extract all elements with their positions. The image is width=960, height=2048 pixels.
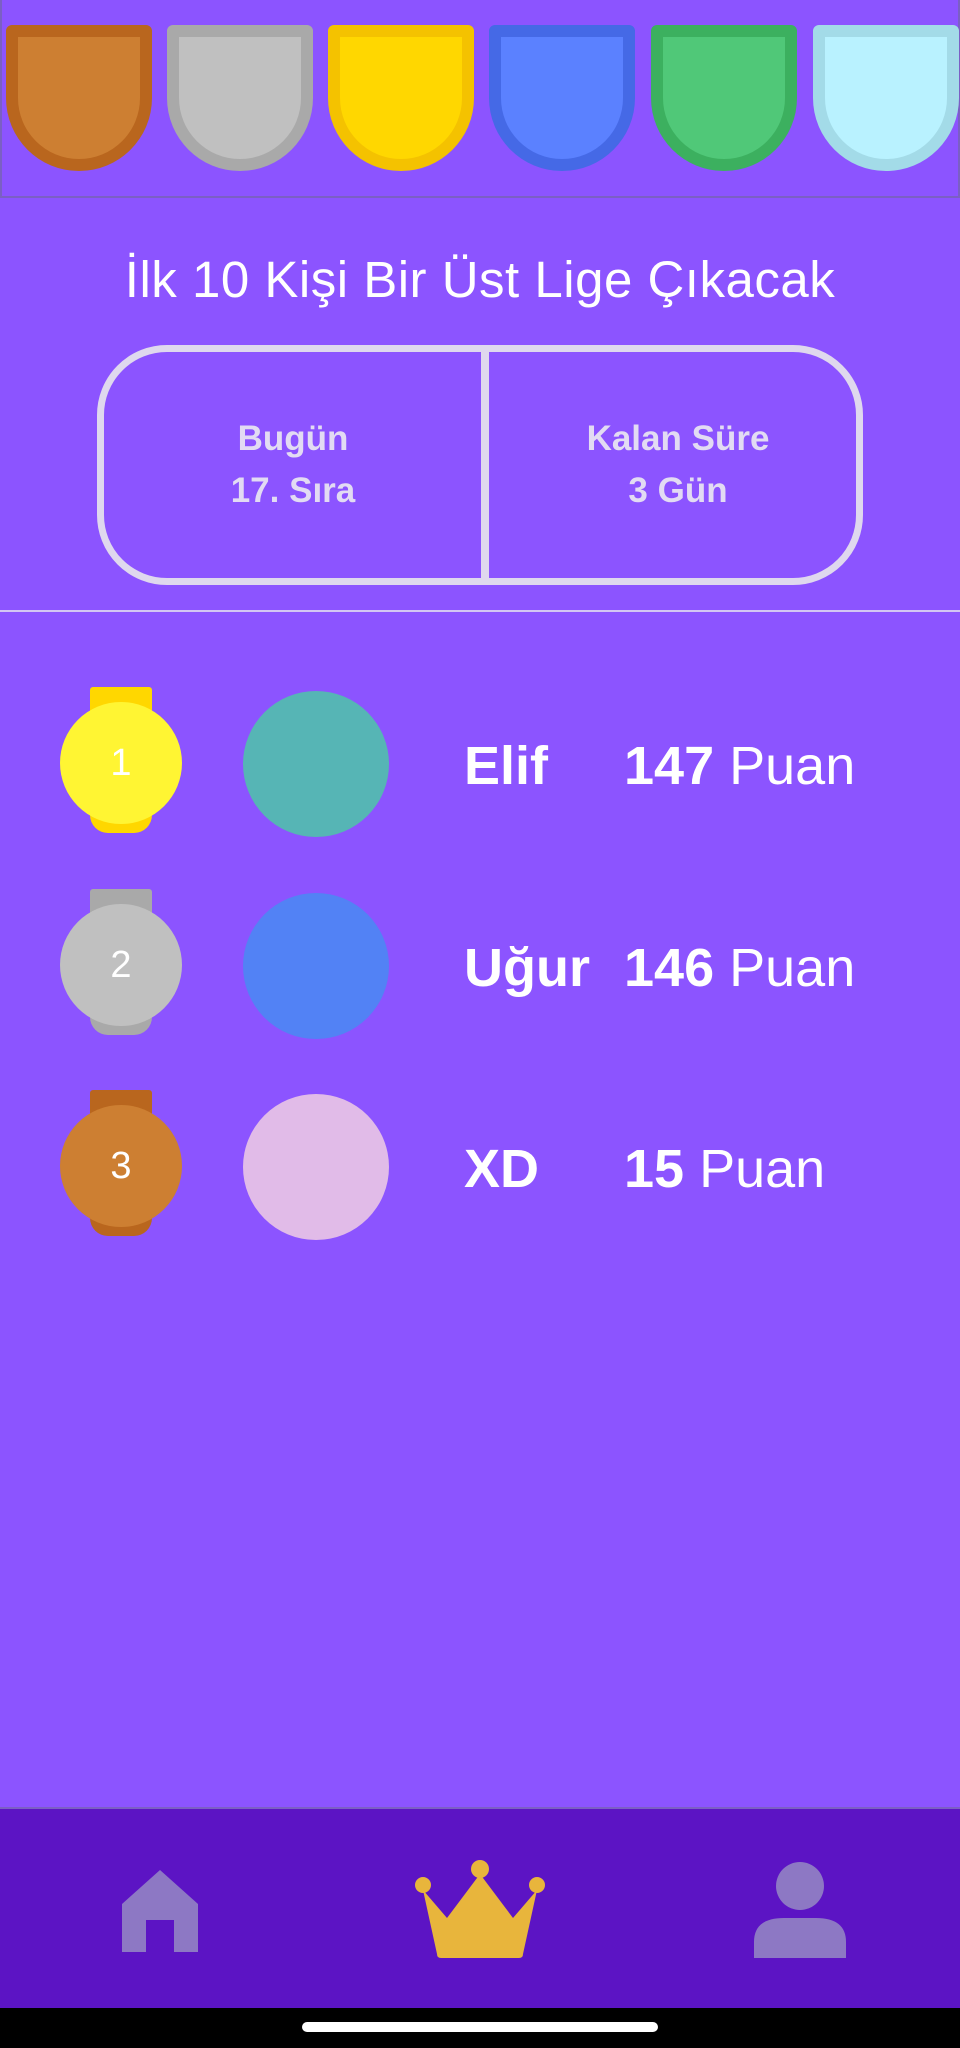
player-score: 15 Puan (624, 1138, 825, 1200)
points-unit: Puan (729, 938, 856, 998)
league-status-box: Bugün 17. Sıra Kalan Süre 3 Gün (97, 345, 863, 585)
player-name: Uğur (464, 938, 590, 998)
player-name: XD (464, 1139, 540, 1199)
nav-profile-button[interactable] (690, 1809, 910, 2010)
home-indicator[interactable] (302, 2022, 658, 2032)
crown-icon (415, 1859, 545, 1958)
today-label: Bugün (237, 419, 349, 458)
avatar[interactable] (243, 691, 389, 837)
points-unit: Puan (699, 1139, 826, 1199)
avatar[interactable] (243, 1094, 389, 1240)
home-icon (122, 1869, 198, 1952)
points-value: 15 (624, 1139, 685, 1199)
rank-medal-icon: 2 (60, 904, 182, 1026)
bronze-league-shield-icon[interactable] (6, 25, 152, 171)
remaining-time-cell: Kalan Süre 3 Gün (489, 352, 867, 578)
rank-medal-icon: 1 (60, 702, 182, 824)
nav-leaderboard-button[interactable] (370, 1809, 590, 2010)
points-unit: Puan (729, 736, 856, 796)
promotion-headline: İlk 10 Kişi Bir Üst Lige Çıkacak (124, 251, 836, 308)
nav-home-button[interactable] (50, 1809, 270, 2010)
system-gesture-bar (0, 2008, 960, 2048)
remaining-value: 3 Gün (628, 471, 728, 510)
gold-league-shield-icon[interactable] (328, 25, 474, 171)
points-value: 146 (624, 938, 715, 998)
diamond-league-shield-icon[interactable] (813, 25, 959, 171)
today-rank-cell: Bugün 17. Sıra (104, 352, 482, 578)
points-value: 147 (624, 736, 715, 796)
remaining-label: Kalan Süre (586, 419, 770, 458)
leaderboard-row[interactable]: 1 Elif 147 Puan (0, 687, 960, 839)
player-score: 147 Puan (624, 735, 855, 797)
leaderboard-row[interactable]: 3 XD 15 Puan (0, 1090, 960, 1242)
status-divider (481, 352, 489, 578)
rank-medal-icon: 3 (60, 1105, 182, 1227)
avatar[interactable] (243, 893, 389, 1039)
emerald-league-shield-icon[interactable] (651, 25, 797, 171)
profile-icon (754, 1861, 846, 1958)
today-rank-value: 17. Sıra (230, 471, 356, 510)
player-name: Elif (464, 736, 549, 796)
sapphire-league-shield-icon[interactable] (489, 25, 635, 171)
section-divider (0, 610, 960, 612)
league-badges (0, 0, 960, 198)
player-score: 146 Puan (624, 937, 855, 999)
bottom-navigation (0, 1807, 960, 2010)
silver-league-shield-icon[interactable] (167, 25, 313, 171)
leaderboard-row[interactable]: 2 Uğur 146 Puan (0, 889, 960, 1041)
